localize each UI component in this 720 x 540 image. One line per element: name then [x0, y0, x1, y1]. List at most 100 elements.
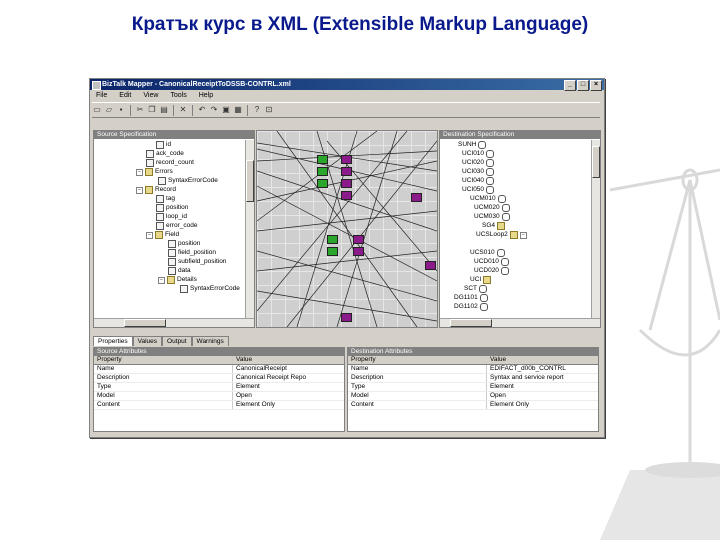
tree-item[interactable]: tag: [156, 195, 175, 203]
functoid-green[interactable]: [327, 247, 338, 256]
tree-item[interactable]: position: [168, 240, 200, 248]
test-icon[interactable]: ▦: [233, 105, 243, 115]
table-row[interactable]: Name EDIFACT_d00b_CONTRL: [348, 365, 598, 374]
destination-horizontal-scrollbar[interactable]: [440, 318, 600, 327]
destination-vertical-scrollbar[interactable]: [591, 140, 600, 318]
tree-item[interactable]: UCI030: [462, 168, 495, 176]
functoid-purple[interactable]: [341, 155, 352, 164]
functoid-green[interactable]: [317, 179, 328, 188]
menu-help[interactable]: Help: [199, 91, 213, 101]
functoid-purple[interactable]: [425, 261, 436, 270]
tree-item[interactable]: SCT: [464, 285, 487, 293]
paste-icon[interactable]: ▤: [159, 105, 169, 115]
tree-item[interactable]: UCS010: [470, 249, 505, 257]
tree-item[interactable]: UCI040: [462, 177, 495, 185]
table-row[interactable]: Model Open: [94, 392, 344, 401]
collapse-icon[interactable]: −: [519, 231, 527, 239]
source-horizontal-scrollbar[interactable]: [94, 318, 254, 327]
menu-view[interactable]: View: [143, 91, 158, 101]
functoid-purple[interactable]: [411, 193, 422, 202]
collapse-icon[interactable]: −: [136, 168, 143, 176]
tree-item[interactable]: error_code: [156, 222, 197, 230]
tree-item[interactable]: ack_code: [146, 150, 184, 158]
table-row[interactable]: Description Syntax and service report: [348, 374, 598, 383]
tree-item[interactable]: UCI050: [462, 186, 495, 194]
tree-item[interactable]: data: [168, 267, 191, 275]
tree-item[interactable]: UCM020: [474, 204, 510, 212]
record-icon: [486, 168, 495, 176]
tree-item[interactable]: SUNH: [458, 141, 487, 149]
tree-item[interactable]: DG1102: [454, 303, 488, 311]
minimize-button[interactable]: _: [564, 80, 576, 91]
copy-icon[interactable]: ❐: [147, 105, 157, 115]
source-vertical-scrollbar[interactable]: [245, 140, 254, 318]
undo-icon[interactable]: ↶: [197, 105, 207, 115]
tree-item[interactable]: UCI: [470, 276, 492, 284]
folder-icon: [509, 231, 518, 239]
tree-item[interactable]: record_count: [146, 159, 194, 167]
menu-file[interactable]: File: [96, 91, 107, 101]
tree-item[interactable]: UCM010: [470, 195, 506, 203]
tree-item[interactable]: UCI010: [462, 150, 495, 158]
functoid-green[interactable]: [327, 235, 338, 244]
tab-output[interactable]: Output: [162, 336, 192, 346]
tree-item[interactable]: SyntaxErrorCode: [180, 285, 240, 293]
open-folder-icon[interactable]: ▱: [104, 105, 114, 115]
tree-item[interactable]: loop_id: [156, 213, 187, 221]
tree-item[interactable]: − Details: [158, 276, 197, 284]
compile-icon[interactable]: ▣: [221, 105, 231, 115]
save-icon[interactable]: ▪: [116, 105, 126, 115]
mapping-grid[interactable]: [256, 130, 438, 328]
functoid-purple[interactable]: [341, 313, 352, 322]
tree-item[interactable]: − Record: [136, 186, 176, 194]
tree-item[interactable]: UCSLoop2−: [476, 231, 527, 239]
maximize-button[interactable]: □: [577, 80, 589, 91]
record-icon: [501, 213, 510, 221]
collapse-icon[interactable]: −: [146, 231, 153, 239]
tree-item[interactable]: UCM030: [474, 213, 510, 221]
tree-item[interactable]: position: [156, 204, 188, 212]
functoid-green[interactable]: [317, 155, 328, 164]
tree-item[interactable]: UCD010: [474, 258, 509, 266]
tree-item[interactable]: SG4: [482, 222, 506, 230]
functoid-purple[interactable]: [353, 247, 364, 256]
menu-edit[interactable]: Edit: [119, 91, 131, 101]
close-button[interactable]: ×: [590, 80, 602, 91]
table-row[interactable]: Model Open: [348, 392, 598, 401]
tree-item[interactable]: UCI020: [462, 159, 495, 167]
tree-item[interactable]: UCD020: [474, 267, 509, 275]
window-titlebar[interactable]: BizTalk Mapper - CanonicalReceiptToDSSB-…: [90, 79, 604, 91]
collapse-icon[interactable]: −: [136, 186, 143, 194]
tab-warnings[interactable]: Warnings: [191, 336, 229, 346]
tree-item[interactable]: − Field: [146, 231, 179, 239]
delete-icon[interactable]: ✕: [178, 105, 188, 115]
redo-icon[interactable]: ↷: [209, 105, 219, 115]
tree-item[interactable]: subfield_position: [168, 258, 226, 266]
tree-item[interactable]: DG1101: [454, 294, 488, 302]
tree-item[interactable]: SyntaxErrorCode: [158, 177, 218, 185]
cut-icon[interactable]: ✂: [135, 105, 145, 115]
link-icon[interactable]: ⊡: [264, 105, 274, 115]
new-file-icon[interactable]: ▭: [92, 105, 102, 115]
table-row[interactable]: Type Element: [348, 383, 598, 392]
tab-values[interactable]: Values: [132, 336, 163, 346]
table-row[interactable]: Name CanonicalReceipt: [94, 365, 344, 374]
tree-item[interactable]: − Errors: [136, 168, 173, 176]
functoid-green[interactable]: [317, 167, 328, 176]
help-icon[interactable]: ?: [252, 105, 262, 115]
table-row[interactable]: Description Canonical Receipt Repo: [94, 374, 344, 383]
functoid-purple[interactable]: [341, 179, 352, 188]
tree-item[interactable]: field_position: [168, 249, 216, 257]
folder-icon: [497, 222, 506, 230]
table-row[interactable]: Content Element Only: [94, 401, 344, 410]
table-row[interactable]: Content Element Only: [348, 401, 598, 410]
field-icon: [156, 141, 164, 149]
tree-item[interactable]: id: [156, 141, 171, 149]
functoid-purple[interactable]: [341, 167, 352, 176]
table-row[interactable]: Type Element: [94, 383, 344, 392]
menu-tools[interactable]: Tools: [170, 91, 186, 101]
tab-properties[interactable]: Properties: [93, 336, 133, 346]
functoid-purple[interactable]: [341, 191, 352, 200]
collapse-icon[interactable]: −: [158, 276, 165, 284]
functoid-purple[interactable]: [353, 235, 364, 244]
